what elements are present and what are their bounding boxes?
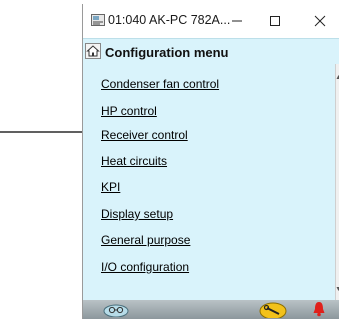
menu-item-io-configuration[interactable]: I/O configuration — [101, 260, 189, 274]
home-icon — [86, 45, 100, 57]
minimize-button[interactable] — [220, 8, 254, 34]
alarm-bell-icon[interactable] — [312, 301, 326, 317]
menu-item-hp-control[interactable]: HP control — [101, 104, 157, 118]
title-bar: 01:040 AK-PC 782A... — [83, 4, 339, 37]
menu-list: Condenser fan control HP control Receive… — [83, 64, 335, 300]
menu-item-display-setup[interactable]: Display setup — [101, 207, 173, 221]
menu-item-kpi[interactable]: KPI — [101, 180, 120, 194]
menu-title: Configuration menu — [105, 45, 229, 60]
menu-header: Configuration menu — [83, 38, 339, 65]
maximize-icon — [270, 16, 280, 26]
menu-item-heat-circuits[interactable]: Heat circuits — [101, 154, 167, 168]
menu-item-condenser-fan-control[interactable]: Condenser fan control — [101, 77, 219, 91]
close-button[interactable] — [303, 8, 337, 34]
minimize-icon — [232, 20, 242, 22]
vertical-scrollbar[interactable] — [335, 64, 339, 300]
footer-toolbar — [83, 300, 339, 319]
app-window: 01:040 AK-PC 782A... Configuration menu … — [82, 4, 339, 319]
glasses-icon[interactable] — [103, 303, 129, 317]
window-title: 01:040 AK-PC 782A... — [108, 13, 231, 27]
maximize-button[interactable] — [258, 8, 292, 34]
device-icon — [91, 14, 105, 26]
home-button[interactable] — [85, 43, 101, 59]
menu-item-receiver-control[interactable]: Receiver control — [101, 128, 188, 142]
menu-item-general-purpose[interactable]: General purpose — [101, 233, 190, 247]
close-icon — [314, 15, 326, 27]
tool-icon[interactable] — [259, 302, 287, 318]
